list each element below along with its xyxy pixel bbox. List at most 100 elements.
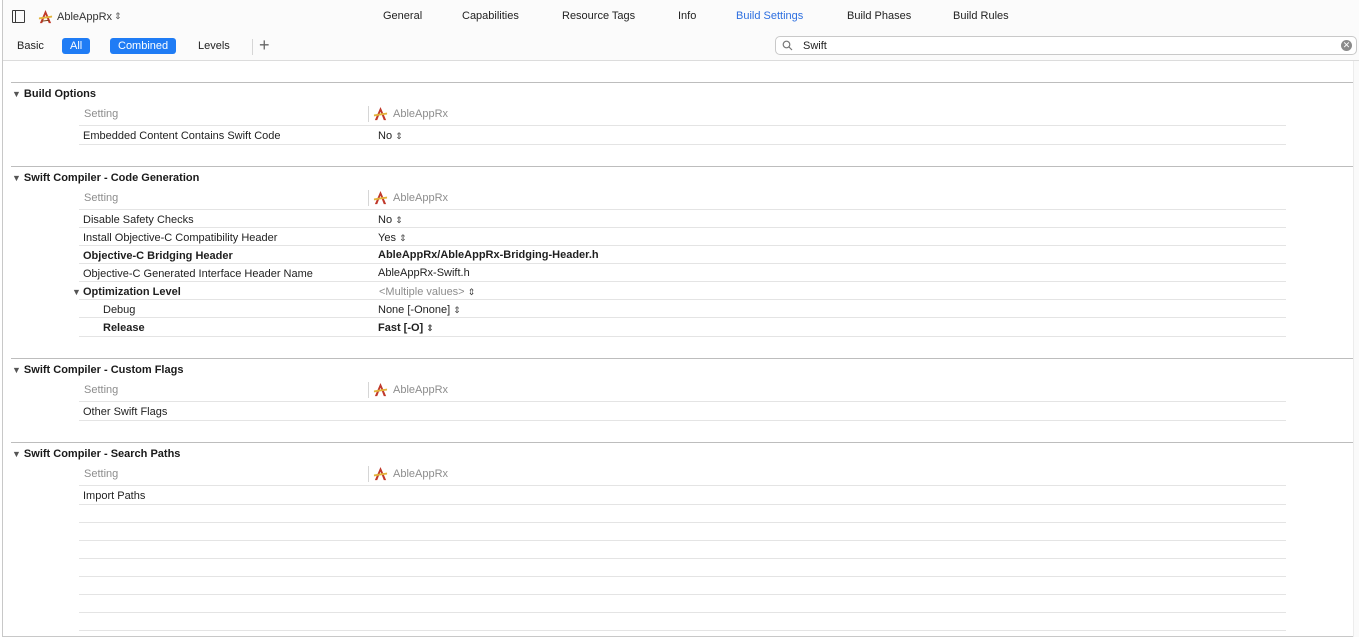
row-divider — [79, 209, 1286, 210]
section-divider — [11, 358, 1354, 359]
setting-disable-safety-checks[interactable]: Disable Safety Checks — [83, 214, 194, 226]
section-divider — [11, 442, 1354, 443]
row-divider — [79, 558, 1286, 559]
chevron-updown-icon: ⇕ — [114, 11, 122, 21]
value-disable-safety-checks[interactable]: No ⇕ — [378, 214, 403, 226]
chevron-updown-icon: ⇕ — [395, 215, 403, 225]
section-header-custom-flags[interactable]: ▼ Swift Compiler - Custom Flags — [12, 364, 183, 376]
vertical-scrollbar[interactable] — [1353, 61, 1359, 637]
search-field[interactable]: ✕ — [775, 36, 1357, 55]
disclosure-triangle-icon[interactable]: ▼ — [12, 449, 21, 459]
row-divider — [79, 485, 1286, 486]
add-setting-icon[interactable]: + — [259, 35, 270, 56]
section-header-code-generation[interactable]: ▼ Swift Compiler - Code Generation — [12, 172, 199, 184]
row-divider — [79, 263, 1286, 264]
setting-optimization-debug[interactable]: Debug — [103, 304, 135, 316]
row-divider — [79, 612, 1286, 613]
app-icon — [38, 9, 53, 24]
target-name: AbleAppRx — [57, 10, 113, 23]
row-divider — [79, 540, 1286, 541]
section-divider — [11, 166, 1354, 167]
row-divider — [79, 281, 1286, 282]
tab-build-phases[interactable]: Build Phases — [847, 10, 911, 22]
combined-button[interactable]: Combined — [110, 38, 177, 54]
tab-capabilities[interactable]: Capabilities — [462, 10, 519, 22]
column-header-target: AbleAppRx — [373, 190, 448, 205]
app-icon — [373, 382, 388, 397]
all-button[interactable]: All — [62, 38, 91, 54]
app-icon — [373, 190, 388, 205]
column-divider — [368, 106, 369, 122]
column-header-setting: Setting — [84, 468, 119, 480]
setting-embedded-swift[interactable]: Embedded Content Contains Swift Code — [83, 130, 281, 142]
value-bridging-header[interactable]: AbleAppRx/AbleAppRx-Bridging-Header.h — [378, 249, 599, 261]
clear-search-icon[interactable]: ✕ — [1341, 40, 1352, 51]
row-divider — [79, 522, 1286, 523]
column-header-target: AbleAppRx — [373, 106, 448, 121]
row-divider — [79, 317, 1286, 318]
value-generated-interface-header[interactable]: AbleAppRx-Swift.h — [378, 267, 470, 279]
chevron-updown-icon: ⇕ — [426, 323, 434, 333]
tab-info[interactable]: Info — [678, 10, 696, 22]
disclosure-triangle-icon[interactable]: ▼ — [12, 365, 21, 375]
levels-button[interactable]: Levels — [198, 40, 230, 52]
column-header-target: AbleAppRx — [373, 466, 448, 481]
setting-generated-interface-header[interactable]: Objective-C Generated Interface Header N… — [83, 268, 313, 280]
tab-build-settings[interactable]: Build Settings — [736, 10, 803, 22]
row-divider — [79, 299, 1286, 300]
sidebar-toggle-icon[interactable] — [12, 10, 25, 23]
app-icon — [373, 466, 388, 481]
row-divider — [79, 336, 1286, 337]
column-header-setting: Setting — [84, 108, 119, 120]
row-divider — [79, 594, 1286, 595]
column-divider — [368, 382, 369, 398]
column-divider — [368, 190, 369, 206]
tab-resource-tags[interactable]: Resource Tags — [562, 10, 635, 22]
tab-general[interactable]: General — [383, 10, 422, 22]
setting-optimization-level[interactable]: Optimization Level — [83, 286, 181, 298]
setting-other-swift-flags[interactable]: Other Swift Flags — [83, 406, 167, 418]
editor-tab-bar: AbleAppRx ⇕ General Capabilities Resourc… — [3, 0, 1359, 35]
column-header-target: AbleAppRx — [373, 382, 448, 397]
value-install-objc-header[interactable]: Yes ⇕ — [378, 232, 407, 244]
setting-optimization-release[interactable]: Release — [103, 322, 145, 334]
section-header-build-options[interactable]: ▼ Build Options — [12, 88, 96, 100]
setting-install-objc-header[interactable]: Install Objective-C Compatibility Header — [83, 232, 277, 244]
tab-build-rules[interactable]: Build Rules — [953, 10, 1009, 22]
row-divider — [79, 504, 1286, 505]
section-header-search-paths[interactable]: ▼ Swift Compiler - Search Paths — [12, 448, 180, 460]
setting-import-paths[interactable]: Import Paths — [83, 490, 145, 502]
setting-bridging-header[interactable]: Objective-C Bridging Header — [83, 250, 233, 262]
chevron-updown-icon: ⇕ — [453, 305, 461, 315]
search-icon — [782, 40, 793, 51]
build-settings-list: ▼ Build Options Setting AbleAppRx Embedde… — [3, 61, 1354, 637]
app-icon — [373, 106, 388, 121]
row-divider — [79, 245, 1286, 246]
search-input[interactable] — [803, 38, 1323, 53]
row-divider — [79, 125, 1286, 126]
disclosure-triangle-icon[interactable]: ▼ — [12, 89, 21, 99]
value-optimization-level[interactable]: <Multiple values> ⇕ — [379, 286, 475, 298]
disclosure-triangle-icon[interactable]: ▼ — [72, 287, 81, 297]
column-header-setting: Setting — [84, 384, 119, 396]
value-optimization-release[interactable]: Fast [-O] ⇕ — [378, 322, 434, 334]
row-divider — [79, 144, 1286, 145]
value-embedded-swift[interactable]: No ⇕ — [378, 130, 403, 142]
section-divider — [11, 82, 1354, 83]
column-header-setting: Setting — [84, 192, 119, 204]
row-divider — [79, 401, 1286, 402]
filter-bar: Basic All Combined Levels + ✕ — [3, 34, 1359, 61]
chevron-updown-icon: ⇕ — [467, 287, 476, 297]
row-divider — [79, 576, 1286, 577]
row-divider — [79, 420, 1286, 421]
row-divider — [79, 227, 1286, 228]
value-optimization-debug[interactable]: None [-Onone] ⇕ — [378, 304, 461, 316]
column-divider — [368, 466, 369, 482]
chevron-updown-icon: ⇕ — [395, 131, 403, 141]
disclosure-triangle-icon[interactable]: ▼ — [12, 173, 21, 183]
basic-button[interactable]: Basic — [17, 40, 44, 52]
chevron-updown-icon: ⇕ — [398, 233, 407, 243]
row-divider — [79, 630, 1286, 631]
target-selector[interactable]: AbleAppRx ⇕ — [38, 9, 122, 24]
divider — [252, 39, 253, 55]
